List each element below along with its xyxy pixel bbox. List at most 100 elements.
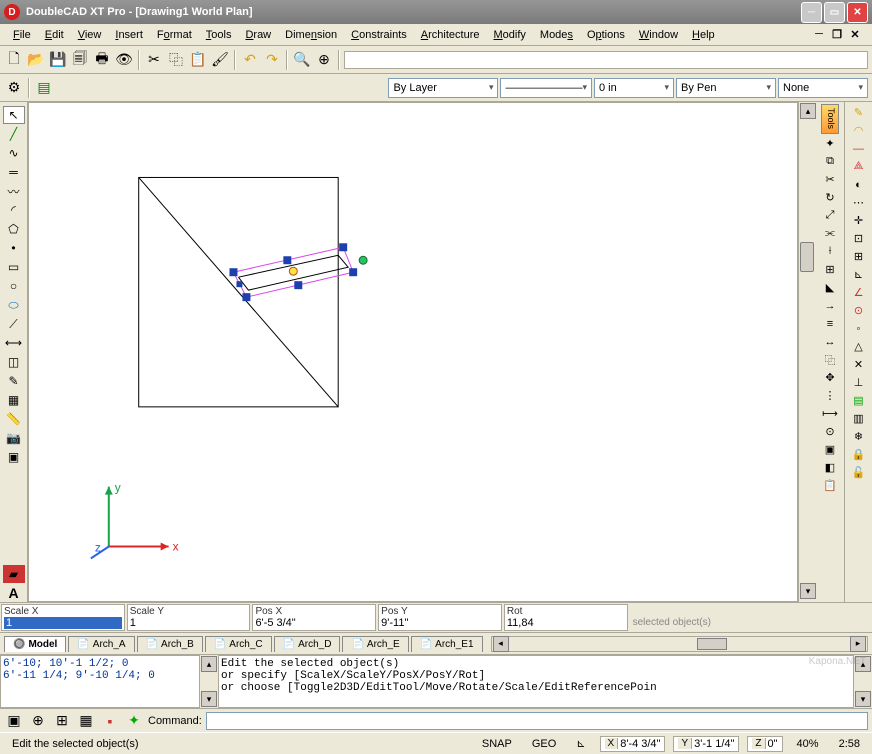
cmd-icon-5[interactable]: ▪ [100, 711, 120, 731]
pen-dropdown[interactable]: By Pen [676, 78, 776, 98]
point-snap-icon[interactable]: ⊙ [848, 302, 870, 319]
double-line-icon[interactable]: ═ [3, 163, 25, 181]
menu-file[interactable]: File [6, 27, 38, 43]
save-all-icon[interactable]: 🗐 [70, 50, 90, 70]
new-icon[interactable]: 🗋 [4, 50, 24, 70]
mid-snap-icon[interactable]: △ [848, 338, 870, 355]
tab-arch-c[interactable]: 📄 Arch_C [205, 636, 272, 652]
cmd-icon-2[interactable]: ⊕ [28, 711, 48, 731]
undo-icon[interactable]: ↶ [240, 50, 260, 70]
tab-model[interactable]: 🔘 Model [4, 636, 66, 652]
doc-minimize-button[interactable]: ─ [812, 28, 826, 42]
tab-arch-a[interactable]: 📄 Arch_A [68, 636, 134, 652]
param-posx[interactable]: Pos X 6'-5 3/4" [252, 604, 376, 631]
hatch-icon[interactable]: ▦ [3, 391, 25, 409]
menu-format[interactable]: Format [150, 27, 199, 43]
ellipse-icon[interactable]: ⬭ [3, 296, 25, 314]
param-scaley[interactable]: Scale Y 1 [127, 604, 251, 631]
fillet-icon[interactable]: ⟋ [3, 315, 25, 333]
text-icon[interactable]: A [3, 584, 25, 602]
canvas-vscroll[interactable]: ▴ ▾ [798, 102, 816, 602]
edit-tool-icon[interactable]: ✎ [3, 372, 25, 390]
offset-icon[interactable]: ◫ [3, 353, 25, 371]
angle-icon[interactable]: ∠ [848, 284, 870, 301]
menu-window[interactable]: Window [632, 27, 685, 43]
unlock-icon[interactable]: 🔓 [848, 464, 870, 481]
cmd-icon-1[interactable]: ▣ [4, 711, 24, 731]
layer-off-icon[interactable]: ▥ [848, 410, 870, 427]
param-posy[interactable]: Pos Y 9'-11" [378, 604, 502, 631]
redo-icon[interactable]: ↷ [262, 50, 282, 70]
tools-palette-tab[interactable]: Tools [821, 104, 839, 134]
copy-icon[interactable]: ⿻ [166, 50, 186, 70]
circle-icon[interactable]: ○ [3, 277, 25, 295]
polyline-icon[interactable]: ∿ [3, 144, 25, 162]
region-icon[interactable]: ◧ [819, 459, 841, 476]
tab-arch-e[interactable]: 📄 Arch_E [342, 636, 408, 652]
cut-icon[interactable]: ✂ [144, 50, 164, 70]
menu-tools[interactable]: Tools [199, 27, 239, 43]
search-box[interactable] [344, 51, 868, 69]
viewport-icon[interactable]: ▣ [3, 448, 25, 466]
align-icon[interactable]: ≡ [819, 315, 841, 332]
measure-icon[interactable]: 📏 [3, 410, 25, 428]
divide-icon[interactable]: ⋮ [819, 387, 841, 404]
tab-arch-d[interactable]: 📄 Arch_D [274, 636, 341, 652]
select-arrow-icon[interactable]: ↖ [3, 106, 25, 124]
history-list[interactable]: 6'-10; 10'-1 1/2; 0 6'-11 1/4; 9'-10 1/4… [0, 655, 200, 708]
tab-arch-b[interactable]: 📄 Arch_B [137, 636, 203, 652]
command-log[interactable]: Edit the selected object(s) or specify [… [218, 655, 854, 708]
history-down-icon[interactable]: ▾ [201, 691, 217, 707]
open-icon[interactable]: 📂 [26, 50, 46, 70]
layer-mgr-icon[interactable]: ▤ [848, 392, 870, 409]
mirror2-icon[interactable]: ⟁ [848, 158, 870, 175]
group-icon[interactable]: ▣ [819, 441, 841, 458]
param-rot[interactable]: Rot 11,84 [504, 604, 628, 631]
mirror-icon[interactable]: ⧉ [819, 153, 841, 170]
menu-architecture[interactable]: Architecture [414, 27, 487, 43]
coord-y[interactable]: Y3'-1 1/4" [673, 736, 739, 752]
stretch-icon[interactable]: ↔ [819, 333, 841, 350]
log-down-icon[interactable]: ▾ [855, 691, 871, 707]
layer-dropdown[interactable]: By Layer [388, 78, 498, 98]
line-icon[interactable]: ╱ [3, 125, 25, 143]
canvas-hscroll[interactable]: ◂ ▸ [491, 636, 868, 652]
curve-icon[interactable]: 〰 [3, 182, 25, 200]
menu-edit[interactable]: Edit [38, 27, 71, 43]
arc-icon[interactable]: ◜ [3, 201, 25, 219]
menu-modify[interactable]: Modify [486, 27, 532, 43]
menu-view[interactable]: View [71, 27, 109, 43]
minimize-button[interactable]: ─ [801, 2, 822, 23]
doc-close-button[interactable]: ✕ [848, 28, 862, 42]
copy-tool-icon[interactable]: ⿻ [819, 351, 841, 368]
cmd-icon-3[interactable]: ⊞ [52, 711, 72, 731]
style-dropdown[interactable]: None [778, 78, 868, 98]
polygon-icon[interactable]: ⬠ [3, 220, 25, 238]
flip-icon[interactable]: ◐ [848, 176, 870, 193]
palette-icon[interactable]: ▰ [3, 565, 25, 583]
extend-icon[interactable]: → [819, 297, 841, 314]
hscroll-thumb[interactable] [697, 638, 727, 650]
chamfer-icon[interactable]: ◣ [819, 279, 841, 296]
menu-dimension[interactable]: Dimension [278, 27, 344, 43]
freeze-icon[interactable]: ❄ [848, 428, 870, 445]
scroll-down-icon[interactable]: ▾ [800, 583, 816, 599]
close-button[interactable]: ✕ [847, 2, 868, 23]
menu-insert[interactable]: Insert [108, 27, 150, 43]
array-icon[interactable]: ⊞ [819, 261, 841, 278]
print-preview-icon[interactable]: 👁 [114, 50, 134, 70]
snap-icon[interactable]: ⊡ [848, 230, 870, 247]
int-snap-icon[interactable]: ✕ [848, 356, 870, 373]
drawing-canvas[interactable]: y x z [28, 102, 798, 602]
scroll-thumb[interactable] [800, 242, 814, 272]
doc-restore-button[interactable]: ❐ [830, 28, 844, 42]
format-painter-icon[interactable]: 🖌 [210, 50, 230, 70]
paste-icon[interactable]: 📋 [188, 50, 208, 70]
coord-x[interactable]: X8'-4 3/4" [600, 736, 666, 752]
tab-arch-e1[interactable]: 📄 Arch_E1 [411, 636, 483, 652]
menu-options[interactable]: Options [580, 27, 632, 43]
explode-icon[interactable]: ✦ [819, 135, 841, 152]
scale-icon[interactable]: ⤢ [819, 207, 841, 224]
trim-icon[interactable]: ✂ [819, 171, 841, 188]
point-icon[interactable]: • [3, 239, 25, 257]
